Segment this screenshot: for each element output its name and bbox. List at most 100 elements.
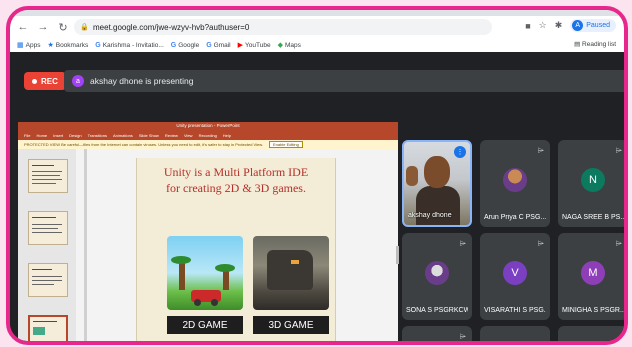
thumbnail-scrollbar [84,149,87,341]
participant-name: MINIGHA S PSGR... [562,307,624,314]
slide-thumbnail [28,263,68,297]
bookmark-google[interactable]: G Google [171,42,199,49]
bookmark-karishma[interactable]: G Karishma - Invitatio... [95,42,164,49]
presenting-banner: a akshay dhone is presenting [64,70,624,92]
participant-tile[interactable]: ⌲ M MINIGHA S PSGR... [558,233,624,320]
tank-sprite [191,290,221,306]
address-bar[interactable]: 🔒 meet.google.com/jwe-wzyv-hvb?authuser=… [74,19,492,35]
ribbon-tab: Help [222,132,232,138]
bookmark-label: Maps [284,41,301,49]
bookmark-label: YouTube [245,41,271,49]
bookmark-label: Gmail [213,41,231,49]
participant-photo [425,261,449,285]
participant-initial: M [581,261,605,285]
reading-list-button[interactable]: ▤ Reading list [574,40,616,48]
navigation-row: ← → ↻ ⌂ 🔒 meet.google.com/jwe-wzyv-hvb?a… [10,16,624,38]
presenter-avatar: a [72,75,84,87]
bookmarks-bar: ▦ Apps ★ Bookmarks G Karishma - Invitatio..… [10,38,624,53]
protected-view-bar: PROTECTED VIEW Be careful—files from the… [18,140,398,149]
palm-leaf [215,264,235,272]
slide-thumbnail [28,211,68,245]
participant-photo [503,168,527,192]
mic-off-icon: ⌲ [615,239,622,248]
shared-screen: Unity presentation - PowerPoint File Hom… [18,122,399,341]
enable-editing-button: Enable Editing [269,141,303,148]
participant-tile-partial[interactable]: ⌲ [402,326,472,341]
record-dot-icon [32,78,37,84]
slide-title-line1: Unity is a Multi Platform IDE [163,165,309,179]
ribbon-tab: Home [36,132,48,138]
profile-button[interactable]: A Paused [570,19,616,32]
game-3d-image [253,236,329,310]
avatar: A [572,20,584,31]
reload-icon[interactable]: ↻ [56,20,70,34]
participant-tile[interactable]: ⌲ Arun Priya C PSG... [480,140,550,227]
google-icon: G [170,41,177,49]
mic-off-icon: ⌲ [459,239,466,248]
presenting-text: akshay dhone is presenting [90,76,194,86]
ribbon-tab: Review [164,132,178,138]
participant-tile[interactable]: ⌲ V VISARATHI S PSG... [480,233,550,320]
speaking-indicator-icon: ⋮ [454,146,466,158]
bookmark-label: Karishma - Invitatio... [102,41,164,49]
star-icon: ★ [47,42,54,49]
participant-tile-partial[interactable] [558,326,624,341]
lock-icon: 🔒 [80,24,89,31]
ribbon-tab: Design [69,132,82,138]
bookmark-label: Bookmarks [55,41,89,49]
google-icon: G [206,41,212,49]
profile-label: Paused [586,22,610,29]
ribbon-tab: View [183,132,193,138]
ribbon-tab: Recording [198,132,217,138]
slide-title-line2: for creating 2D & 3D games. [166,181,306,195]
mic-off-icon: ⌲ [459,332,466,341]
bookmark-label: Google [178,41,200,49]
wheel [194,299,201,306]
google-icon: G [95,41,101,49]
ribbon-tab: Animations [113,132,133,138]
current-slide: Unity is a Multi Platform IDE for creati… [136,158,336,341]
bookmark-bookmarks[interactable]: ★ Bookmarks [47,41,89,50]
ppt-title-bar: Unity presentation - PowerPoint [18,122,398,130]
palm-trunk [179,262,185,290]
ribbon-tab: Transitions [87,132,108,138]
slide-thumbnail-selected [28,315,68,341]
speaker-body [416,186,460,225]
forward-icon[interactable]: → [36,20,50,34]
game-2d-image [167,236,243,310]
mic-off-icon: ⌲ [537,146,544,155]
participant-tile-speaker[interactable]: ⋮ akshay dhone [402,140,472,227]
youtube-icon: ▶ [237,42,244,49]
ribbon-tab: Insert [53,132,64,138]
participant-tile[interactable]: ⌲ N NAGA SREE B PS... [558,140,624,227]
slide-scrollbar [396,246,399,264]
bookmark-maps[interactable]: ◆ Maps [278,41,301,50]
bookmark-star-icon[interactable]: ☆ [539,20,547,31]
mech-light [291,260,299,264]
bookmark-youtube[interactable]: ▶ YouTube [237,41,271,50]
reading-list-label: Reading list [582,41,616,48]
rec-label: REC [41,76,58,86]
participant-name: VISARATHI S PSG... [484,307,546,314]
bookmark-apps[interactable]: ▦ Apps [17,41,40,50]
recording-badge: REC [24,72,66,90]
reading-list-icon: ▤ [574,41,583,48]
meet-topbar: REC a akshay dhone is presenting [10,52,624,94]
bookmark-gmail[interactable]: G Gmail [206,42,230,49]
wheel [211,299,218,306]
participant-tile[interactable]: ⌲ SONA S PSGRKCW [402,233,472,320]
participant-tile-partial[interactable] [480,326,550,341]
participant-initial: N [581,168,605,192]
address-url: meet.google.com/jwe-wzyv-hvb?authuser=0 [93,22,250,32]
participant-name: SONA S PSGRKCW [406,307,468,314]
back-icon[interactable]: ← [16,20,30,34]
slide-thumbnails [18,149,76,341]
extensions-icon[interactable]: ✱ [555,20,563,31]
palm-leaf [171,256,191,264]
ribbon-tab: Slide Show [138,132,159,138]
caption-2d-game: 2D GAME [167,316,243,334]
camera-icon[interactable]: ■ [525,21,530,31]
participant-name: NAGA SREE B PS... [562,214,624,221]
slide-title: Unity is a Multi Platform IDE for creati… [137,164,335,196]
meet-window: REC a akshay dhone is presenting Unity p… [10,52,624,341]
